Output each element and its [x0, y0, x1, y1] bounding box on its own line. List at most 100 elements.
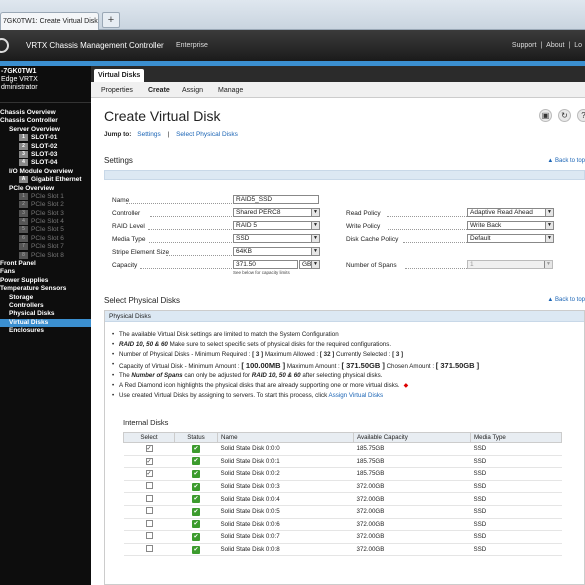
select-cell: ✓ [123, 467, 175, 481]
sidebar-item[interactable]: Temperature Sensors [0, 285, 91, 293]
select-value: Shared PERC8 [236, 209, 281, 216]
sidebar-item[interactable]: I/O Module Overview [0, 168, 91, 176]
status-cell: ✔ [174, 467, 218, 481]
sidebar-item-label: Chassis Controller [0, 117, 58, 125]
disk-checkbox[interactable] [145, 519, 153, 527]
sidebar-item-label: I/O Module Overview [9, 167, 73, 175]
print-icon[interactable]: ▣ [539, 109, 552, 122]
assign-virtual-disks-link[interactable]: Assign Virtual Disks [329, 392, 384, 399]
sidebar-item[interactable]: 5 PCIe Slot 5 [0, 226, 91, 234]
spans-select[interactable]: 1 ▼ [467, 260, 553, 269]
sidebar-item[interactable]: 4 PCIe Slot 4 [0, 218, 91, 226]
sidebar-item[interactable]: 3 PCIe Slot 3 [0, 209, 91, 218]
red-diamond-icon: ◆ [403, 382, 409, 389]
sidebar-item[interactable]: 1 PCIe Slot 1 [0, 192, 91, 201]
sidebar-item[interactable]: Physical Disks [0, 310, 91, 318]
sidebar-item[interactable]: 8 PCIe Slot 8 [0, 251, 91, 260]
about-link[interactable]: About [546, 42, 564, 49]
chevron-down-icon: ▼ [311, 209, 319, 216]
page-title: Create Virtual Disk [104, 108, 221, 124]
sidebar-item[interactable]: Controllers [0, 302, 91, 310]
help-icon[interactable]: ? [577, 109, 585, 122]
chevron-down-icon: ▼ [545, 209, 553, 216]
browser-tab[interactable]: 7GK0TW1: Create Virtual Disk [0, 12, 99, 30]
back-to-top-link[interactable]: ▲ Back to top [547, 158, 585, 164]
table-row[interactable]: ✔ Solid State Disk 0:0:4 372.00GB SSD [123, 492, 562, 506]
sidebar-item[interactable]: Chassis Controller [0, 117, 91, 125]
col-media: Media Type [470, 432, 562, 443]
sidebar-item[interactable]: 2 PCIe Slot 2 [0, 201, 91, 209]
capacity-input[interactable]: 371.50 [233, 260, 298, 269]
sidebar-item[interactable]: A Gigabit Ethernet [0, 176, 91, 184]
col-select: Select [123, 432, 175, 443]
sidebar-item[interactable]: 2 SLOT-02 [0, 142, 91, 151]
table-row[interactable]: ✔ Solid State Disk 0:0:8 372.00GB SSD [123, 543, 562, 557]
sidebar-item[interactable]: Virtual Disks [0, 318, 91, 328]
slot-icon: 2 [19, 142, 28, 150]
name-input[interactable]: RAID5_SSD [233, 195, 319, 204]
tab-bar: Virtual Disks [91, 66, 585, 82]
logout-link[interactable]: Lo [574, 42, 582, 49]
sidebar-item[interactable]: Server Overview [0, 126, 91, 134]
subtab-manage[interactable]: Manage [218, 87, 243, 94]
status-ok-icon: ✔ [192, 520, 200, 529]
disk-checkbox[interactable] [145, 532, 153, 540]
refresh-icon[interactable]: ↻ [558, 109, 571, 122]
internal-disks-title: Internal Disks [123, 418, 169, 427]
capacity-unit-select[interactable]: GB ▼ [299, 260, 320, 269]
sidebar-item[interactable]: Fans [0, 268, 91, 276]
select-cell: ✓ [123, 442, 175, 456]
new-tab-button[interactable]: + [102, 12, 120, 28]
table-row[interactable]: ✔ Solid State Disk 0:0:5 372.00GB SSD [123, 505, 562, 519]
sidebar-item[interactable]: Chassis Overview [0, 109, 91, 117]
select-dropdown[interactable]: Default ▼ [467, 234, 554, 243]
select-dropdown[interactable]: Write Back ▼ [467, 221, 554, 230]
sidebar-item[interactable]: 3 SLOT-03 [0, 150, 91, 159]
disk-media-cell: SSD [470, 467, 562, 481]
disk-checkbox[interactable] [145, 507, 153, 515]
disk-checkbox[interactable]: ✓ [145, 445, 153, 453]
sidebar-item[interactable]: 7 PCIe Slot 7 [0, 243, 91, 251]
sidebar-item[interactable]: 4 SLOT-04 [0, 159, 91, 167]
select-dropdown[interactable]: SSD ▼ [233, 234, 320, 243]
slot-icon: 4 [19, 159, 28, 167]
table-row[interactable]: ✓ ✔ Solid State Disk 0:0:0 185.75GB SSD [123, 442, 562, 456]
table-row[interactable]: ✓ ✔ Solid State Disk 0:0:2 185.75GB SSD [123, 467, 562, 481]
sidebar-item[interactable]: PCIe Overview [0, 185, 91, 193]
disk-checkbox[interactable] [145, 545, 153, 553]
tab-virtual-disks[interactable]: Virtual Disks [94, 69, 144, 82]
disk-checkbox[interactable] [145, 494, 153, 502]
table-row[interactable]: ✔ Solid State Disk 0:0:7 372.00GB SSD [123, 530, 562, 544]
disk-checkbox[interactable]: ✓ [145, 457, 153, 465]
subtab-assign[interactable]: Assign [182, 87, 203, 94]
bullet-text: A Red Diamond icon highlights the physic… [119, 382, 400, 389]
host-name[interactable]: -7GK0TW1 [1, 68, 90, 76]
select-dropdown[interactable]: 64KB ▼ [233, 247, 320, 256]
table-row[interactable]: ✔ Solid State Disk 0:0:6 372.00GB SSD [123, 518, 562, 532]
disk-checkbox[interactable] [145, 482, 153, 490]
table-row[interactable]: ✔ Solid State Disk 0:0:3 372.00GB SSD [123, 480, 562, 494]
sidebar-item[interactable]: 6 PCIe Slot 6 [0, 234, 91, 243]
info-bullet: The Number of Spans can only be adjusted… [112, 372, 382, 379]
disk-checkbox[interactable]: ✓ [145, 470, 153, 478]
table-row[interactable]: ✓ ✔ Solid State Disk 0:0:1 185.75GB SSD [123, 455, 562, 469]
select-dropdown[interactable]: Shared PERC8 ▼ [233, 208, 320, 217]
sidebar-item[interactable]: Storage [0, 294, 91, 302]
sidebar-item-label: Fans [0, 268, 16, 276]
sidebar-item[interactable]: Enclosures [0, 327, 91, 335]
select-dropdown[interactable]: Adaptive Read Ahead ▼ [467, 208, 554, 217]
sidebar-item[interactable]: Power Supplies [0, 277, 91, 285]
subtab-create[interactable]: Create [148, 87, 170, 94]
back-to-top-link[interactable]: ▲ Back to top [547, 297, 585, 303]
sidebar-item[interactable]: 1 SLOT-01 [0, 134, 91, 142]
sidebar-item[interactable]: Front Panel [0, 260, 91, 268]
sidebar-item-label: PCIe Slot 5 [31, 226, 64, 234]
select-dropdown[interactable]: RAID 5 ▼ [233, 221, 320, 230]
subtab-properties[interactable]: Properties [101, 87, 133, 94]
jump-settings-link[interactable]: Settings [137, 131, 161, 138]
disk-name-cell: Solid State Disk 0:0:6 [217, 518, 354, 532]
disk-capacity-cell: 372.00GB [353, 480, 471, 494]
jump-select-disks-link[interactable]: Select Physical Disks [176, 131, 238, 138]
capacity-note: See below for capacity limits [233, 270, 290, 275]
support-link[interactable]: Support [512, 42, 537, 49]
